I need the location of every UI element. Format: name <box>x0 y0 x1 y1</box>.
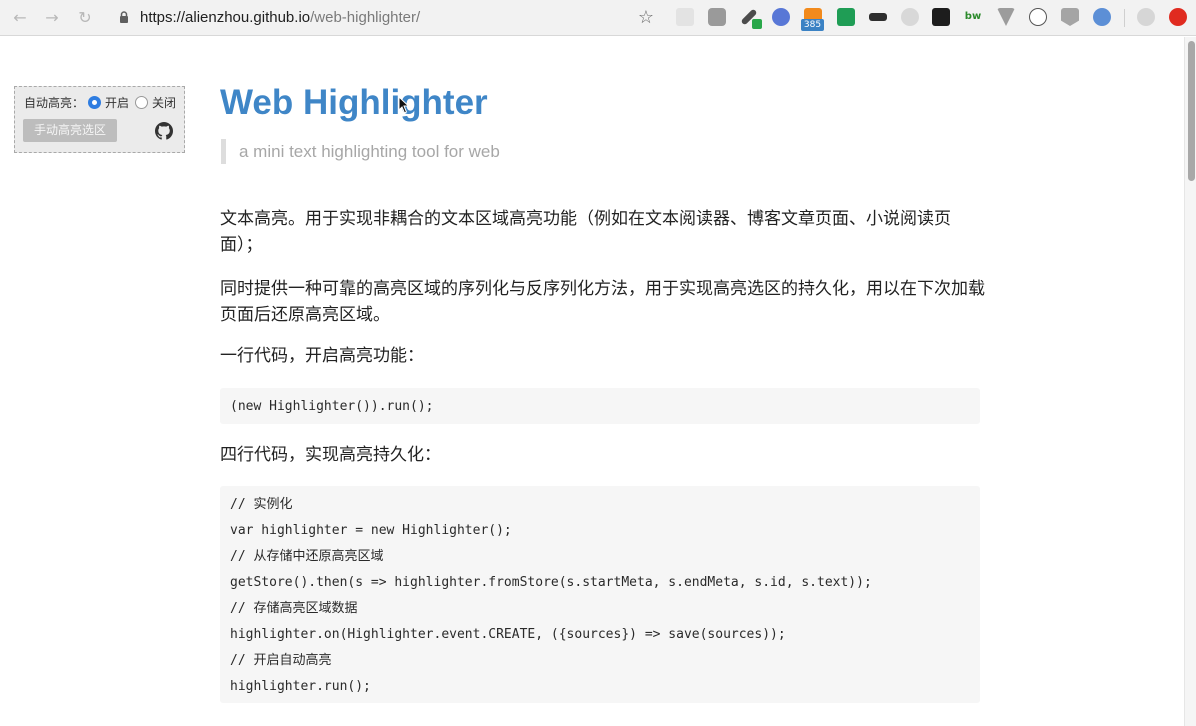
code-comment-line: // 开启自动高亮 <box>230 653 332 668</box>
github-icon[interactable] <box>155 122 173 140</box>
address-bar[interactable]: https://alienzhou.github.io/web-highligh… <box>140 8 420 28</box>
bookmark-star-icon[interactable]: ☆ <box>635 7 657 29</box>
code-line: highlighter.on(Highlighter.event.CREATE,… <box>230 627 786 642</box>
four-line-heading: 四行代码，实现高亮持久化： <box>220 445 441 465</box>
code-line: getStore().then(s => highlighter.fromSto… <box>230 575 872 590</box>
manual-highlight-button[interactable]: 手动高亮选区 <box>23 119 117 142</box>
vue-extension-icon[interactable] <box>997 8 1015 26</box>
code-comment-line: // 从存储中还原高亮区域 <box>230 549 384 564</box>
auto-highlight-label: 自动高亮： <box>24 96 85 110</box>
code-line: (new Highlighter()).run(); <box>230 399 434 414</box>
reload-icon[interactable]: ↻ <box>74 7 96 29</box>
one-line-heading: 一行代码，开启高亮功能： <box>220 346 424 366</box>
qrcode-extension-icon[interactable] <box>932 8 950 26</box>
radio-on-label[interactable]: 开启 <box>105 95 129 111</box>
lock-icon <box>120 11 128 23</box>
radio-auto-off[interactable] <box>135 96 148 109</box>
react-extension-icon[interactable] <box>772 8 790 26</box>
scrollbar-thumb[interactable] <box>1188 41 1195 181</box>
intro-paragraph: 文本高亮。用于实现非耦合的文本区域高亮功能（例如在文本阅读器、博客文章页面、小说… <box>220 209 951 255</box>
translate-extension-icon[interactable] <box>837 8 855 26</box>
toolbar-divider <box>1124 9 1125 27</box>
back-icon[interactable]: ← <box>9 7 31 29</box>
profile-avatar-icon[interactable] <box>1137 8 1155 26</box>
rss-count-badge: 385 <box>801 19 824 31</box>
code-comment-line: // 存储高亮区域数据 <box>230 601 358 616</box>
radio-auto-on[interactable] <box>88 96 101 109</box>
forward-icon[interactable]: → <box>41 7 63 29</box>
shield-extension-icon[interactable] <box>1061 8 1079 26</box>
update-icon[interactable] <box>1169 8 1187 26</box>
ghost-extension-icon[interactable] <box>901 8 919 26</box>
url-host: https://alienzhou.github.io <box>140 9 311 26</box>
radio-off-label[interactable]: 关闭 <box>152 95 176 111</box>
code-comment-line: // 实例化 <box>230 497 293 512</box>
glasses-extension-icon[interactable] <box>869 13 887 21</box>
page-title: Web Highlighter <box>220 83 488 122</box>
code-block-one-line: (new Highlighter()).run(); <box>220 388 980 424</box>
browser-toolbar: ← → ↻ https://alienzhou.github.io/web-hi… <box>0 0 1196 36</box>
vertical-scrollbar[interactable] <box>1184 37 1196 726</box>
highlight-control-panel: 自动高亮： 开启 关闭 手动高亮选区 <box>14 86 185 153</box>
page-subtitle: a mini text highlighting tool for web <box>239 142 500 161</box>
camera-extension-icon[interactable] <box>708 8 726 26</box>
code-extension-icon[interactable] <box>1029 8 1047 26</box>
bw-extension-icon[interactable]: bw <box>964 8 982 26</box>
subtitle-quote-bar <box>221 139 226 164</box>
globe-extension-icon[interactable] <box>1093 8 1111 26</box>
url-path: /web-highlighter/ <box>310 9 421 26</box>
code-line: highlighter.run(); <box>230 679 371 694</box>
cursor-icon <box>398 96 410 114</box>
code-block-persistence: // 实例化 var highlighter = new Highlighter… <box>220 486 980 703</box>
persistence-paragraph: 同时提供一种可靠的高亮区域的序列化与反序列化方法，用于实现高亮选区的持久化，用以… <box>220 279 985 325</box>
code-line: var highlighter = new Highlighter(); <box>230 523 512 538</box>
dropper-status-dot-icon <box>752 19 762 29</box>
extension-icon[interactable] <box>676 8 694 26</box>
